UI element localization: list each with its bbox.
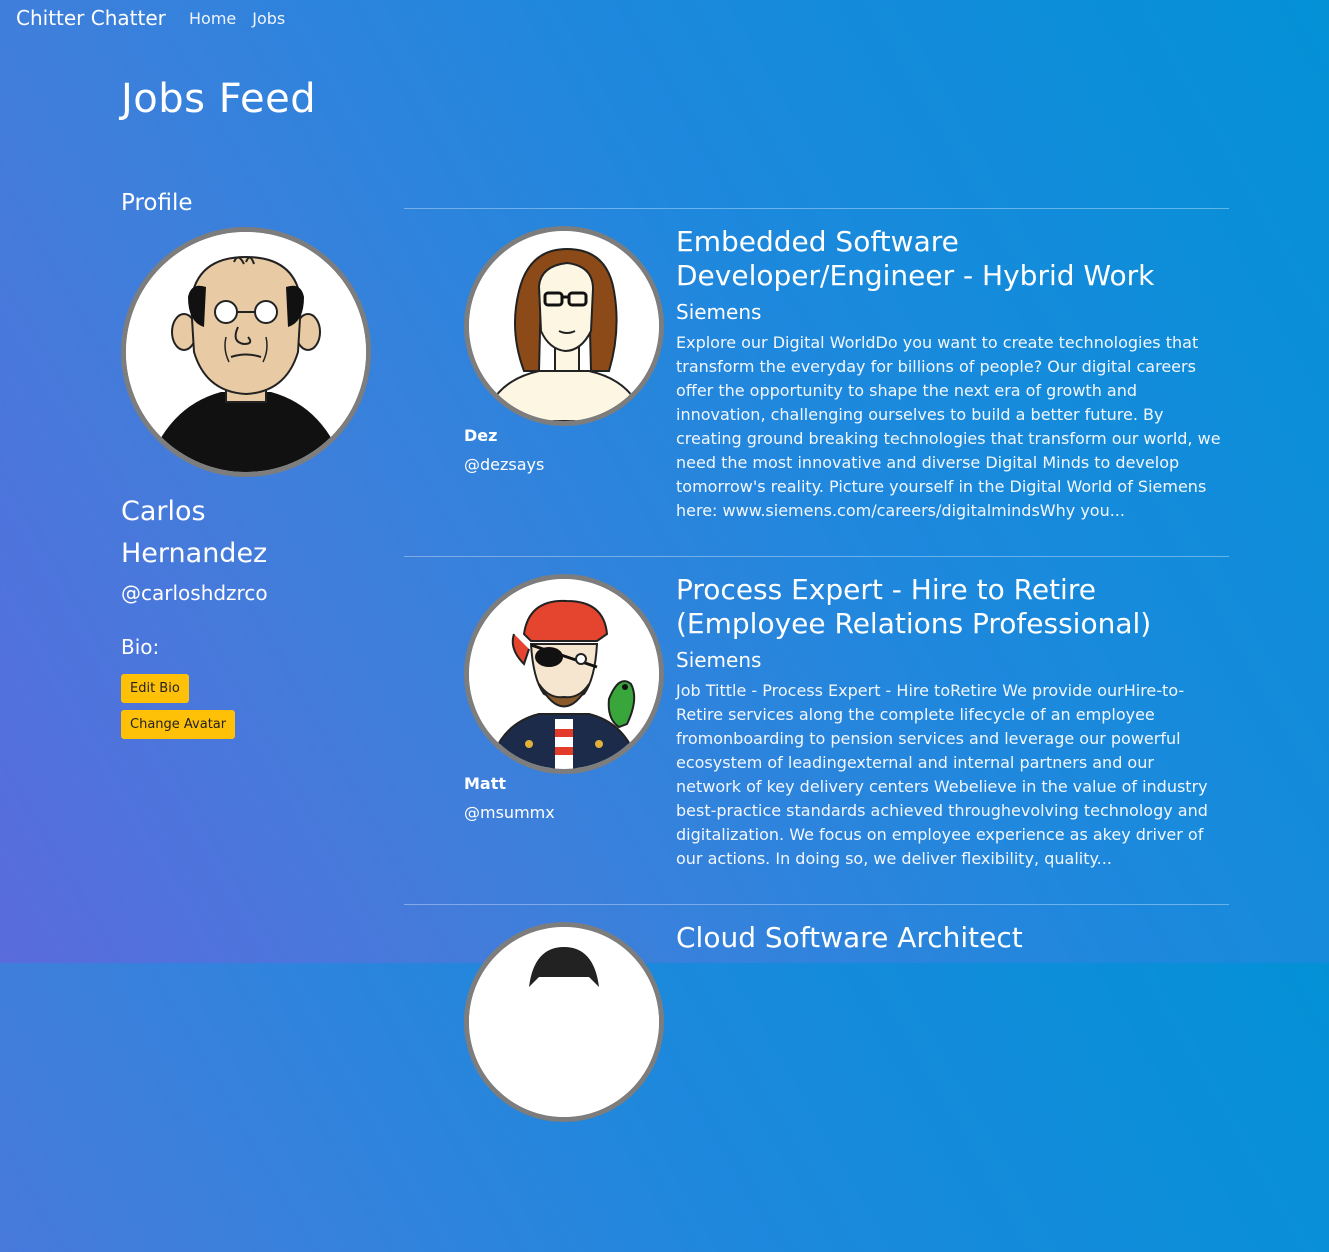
post-handle: @msummx <box>464 803 555 822</box>
post-username: Matt <box>464 774 507 793</box>
post-avatar <box>464 574 664 774</box>
brand-link[interactable]: Chitter Chatter <box>16 6 166 30</box>
profile-handle: @carloshdzrco <box>121 581 268 605</box>
post-body: Embedded Software Developer/Engineer - H… <box>676 225 1221 539</box>
nav-link-jobs[interactable]: Jobs <box>252 9 285 28</box>
post-avatar <box>464 922 664 1122</box>
bald-man-avatar-image <box>126 232 366 472</box>
profile-panel: Profile Carlos Hernandez @carloshdzrco B… <box>121 190 381 739</box>
job-post: Dez @dezsays Embedded Software Developer… <box>404 208 1229 556</box>
nav-link-home[interactable]: Home <box>189 9 236 28</box>
page-title: Jobs Feed <box>121 76 317 122</box>
job-title[interactable]: Process Expert - Hire to Retire (Employe… <box>676 573 1221 641</box>
profile-avatar <box>121 227 371 477</box>
navbar: Chitter Chatter Home Jobs <box>0 0 1329 36</box>
profile-heading: Profile <box>121 190 193 216</box>
jobs-feed: Dez @dezsays Embedded Software Developer… <box>404 208 1229 1252</box>
bio-label: Bio: <box>121 635 160 659</box>
edit-bio-button[interactable]: Edit Bio <box>121 674 189 703</box>
woman-avatar-image <box>469 231 659 421</box>
job-post: Cloud Software Architect <box>404 904 1229 1252</box>
pirate-avatar-image <box>469 579 659 769</box>
post-body: Cloud Software Architect <box>676 921 1221 955</box>
job-title[interactable]: Embedded Software Developer/Engineer - H… <box>676 225 1221 293</box>
post-username: Dez <box>464 426 498 445</box>
profile-name: Carlos Hernandez <box>121 496 268 569</box>
job-description: Job Tittle - Process Expert - Hire toRet… <box>676 681 1208 868</box>
post-handle: @dezsays <box>464 455 545 474</box>
job-company: Siemens <box>676 648 762 672</box>
dark-hair-avatar-image <box>469 927 659 1117</box>
job-company: Siemens <box>676 300 762 324</box>
job-description: Explore our Digital WorldDo you want to … <box>676 333 1221 520</box>
change-avatar-button[interactable]: Change Avatar <box>121 710 236 739</box>
post-body: Process Expert - Hire to Retire (Employe… <box>676 573 1221 887</box>
job-post: Matt @msummx Process Expert - Hire to Re… <box>404 556 1229 904</box>
nav-links: Home Jobs <box>189 9 285 28</box>
job-title[interactable]: Cloud Software Architect <box>676 921 1221 955</box>
post-avatar <box>464 226 664 426</box>
